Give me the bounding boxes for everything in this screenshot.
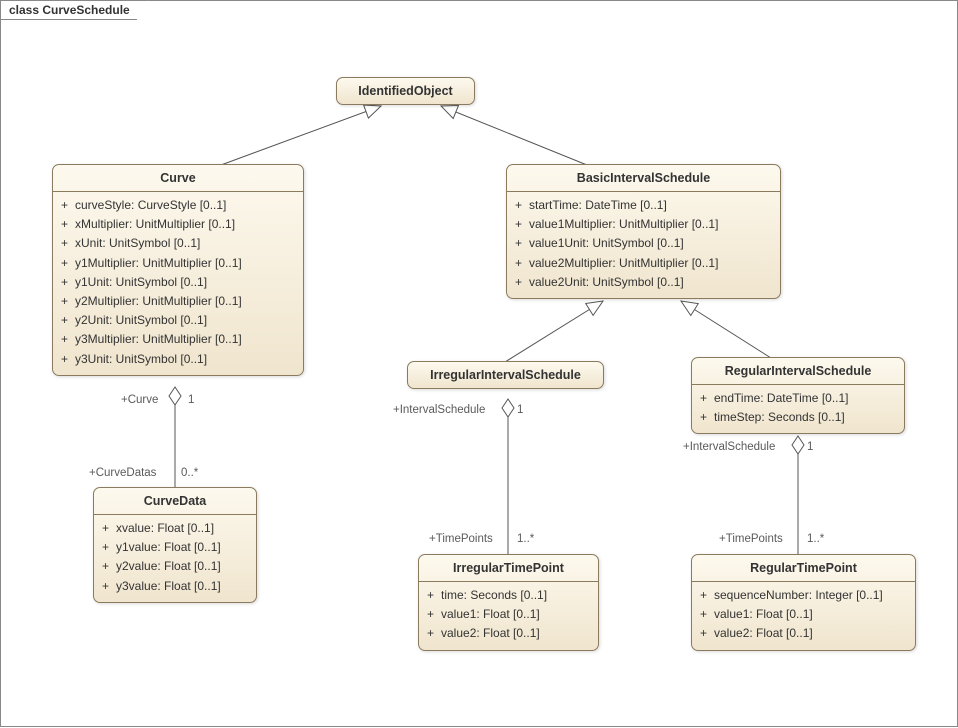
attr: +value2: Float [0..1] <box>427 624 590 643</box>
class-title: IdentifiedObject <box>337 78 474 104</box>
assoc-card: 1 <box>807 441 813 453</box>
class-title: CurveData <box>94 488 256 515</box>
assoc-role: +IntervalSchedule <box>393 404 485 416</box>
class-curve: Curve +curveStyle: CurveStyle [0..1] +xM… <box>52 164 304 376</box>
class-curvedata: CurveData +xvalue: Float [0..1] +y1value… <box>93 487 257 603</box>
class-regulartimepoint: RegularTimePoint +sequenceNumber: Intege… <box>691 554 916 651</box>
attr: +y1Multiplier: UnitMultiplier [0..1] <box>61 254 295 273</box>
attr-list: +curveStyle: CurveStyle [0..1] +xMultipl… <box>53 192 303 375</box>
attr: +value2Multiplier: UnitMultiplier [0..1] <box>515 254 772 273</box>
assoc-role: +TimePoints <box>719 533 783 545</box>
attr: +xMultiplier: UnitMultiplier [0..1] <box>61 215 295 234</box>
attr: +y2Multiplier: UnitMultiplier [0..1] <box>61 292 295 311</box>
attr: +endTime: DateTime [0..1] <box>700 389 896 408</box>
attr: +sequenceNumber: Integer [0..1] <box>700 586 907 605</box>
attr: +y2value: Float [0..1] <box>102 557 248 576</box>
attr: +y1value: Float [0..1] <box>102 538 248 557</box>
assoc-card: 0..* <box>181 467 198 479</box>
class-title: RegularIntervalSchedule <box>692 358 904 385</box>
frame-title: class CurveSchedule <box>0 0 149 20</box>
attr: +y1Unit: UnitSymbol [0..1] <box>61 273 295 292</box>
attr: +xvalue: Float [0..1] <box>102 519 248 538</box>
attr-list: +time: Seconds [0..1] +value1: Float [0.… <box>419 582 598 650</box>
attr-list: +startTime: DateTime [0..1] +value1Multi… <box>507 192 780 298</box>
assoc-role: +Curve <box>121 394 158 406</box>
class-basicintervalschedule: BasicIntervalSchedule +startTime: DateTi… <box>506 164 781 299</box>
assoc-role: +CurveDatas <box>89 467 156 479</box>
assoc-role: +IntervalSchedule <box>683 441 775 453</box>
attr: +y3value: Float [0..1] <box>102 577 248 596</box>
assoc-role: +TimePoints <box>429 533 493 545</box>
attr: +value2Unit: UnitSymbol [0..1] <box>515 273 772 292</box>
attr: +y3Multiplier: UnitMultiplier [0..1] <box>61 330 295 349</box>
class-irregularintervalschedule: IrregularIntervalSchedule <box>407 361 604 389</box>
attr: +value1: Float [0..1] <box>700 605 907 624</box>
assoc-card: 1 <box>517 404 523 416</box>
attr: +value1Unit: UnitSymbol [0..1] <box>515 234 772 253</box>
class-title: IrregularTimePoint <box>419 555 598 582</box>
assoc-card: 1..* <box>517 533 534 545</box>
class-irregulartimepoint: IrregularTimePoint +time: Seconds [0..1]… <box>418 554 599 651</box>
class-title: BasicIntervalSchedule <box>507 165 780 192</box>
attr: +y2Unit: UnitSymbol [0..1] <box>61 311 295 330</box>
attr: +timeStep: Seconds [0..1] <box>700 408 896 427</box>
attr: +xUnit: UnitSymbol [0..1] <box>61 234 295 253</box>
attr: +time: Seconds [0..1] <box>427 586 590 605</box>
attr: +y3Unit: UnitSymbol [0..1] <box>61 350 295 369</box>
class-title: Curve <box>53 165 303 192</box>
assoc-card: 1..* <box>807 533 824 545</box>
attr: +value2: Float [0..1] <box>700 624 907 643</box>
class-regularintervalschedule: RegularIntervalSchedule +endTime: DateTi… <box>691 357 905 434</box>
attr-list: +xvalue: Float [0..1] +y1value: Float [0… <box>94 515 256 602</box>
class-title: IrregularIntervalSchedule <box>408 362 603 388</box>
attr-list: +sequenceNumber: Integer [0..1] +value1:… <box>692 582 915 650</box>
class-title: RegularTimePoint <box>692 555 915 582</box>
diagram-frame: class CurveSchedule IdentifiedObject Cur <box>0 0 958 727</box>
attr: +curveStyle: CurveStyle [0..1] <box>61 196 295 215</box>
attr-list: +endTime: DateTime [0..1] +timeStep: Sec… <box>692 385 904 433</box>
attr: +value1: Float [0..1] <box>427 605 590 624</box>
attr: +startTime: DateTime [0..1] <box>515 196 772 215</box>
attr: +value1Multiplier: UnitMultiplier [0..1] <box>515 215 772 234</box>
class-identifiedobject: IdentifiedObject <box>336 77 475 105</box>
assoc-card: 1 <box>188 394 194 406</box>
